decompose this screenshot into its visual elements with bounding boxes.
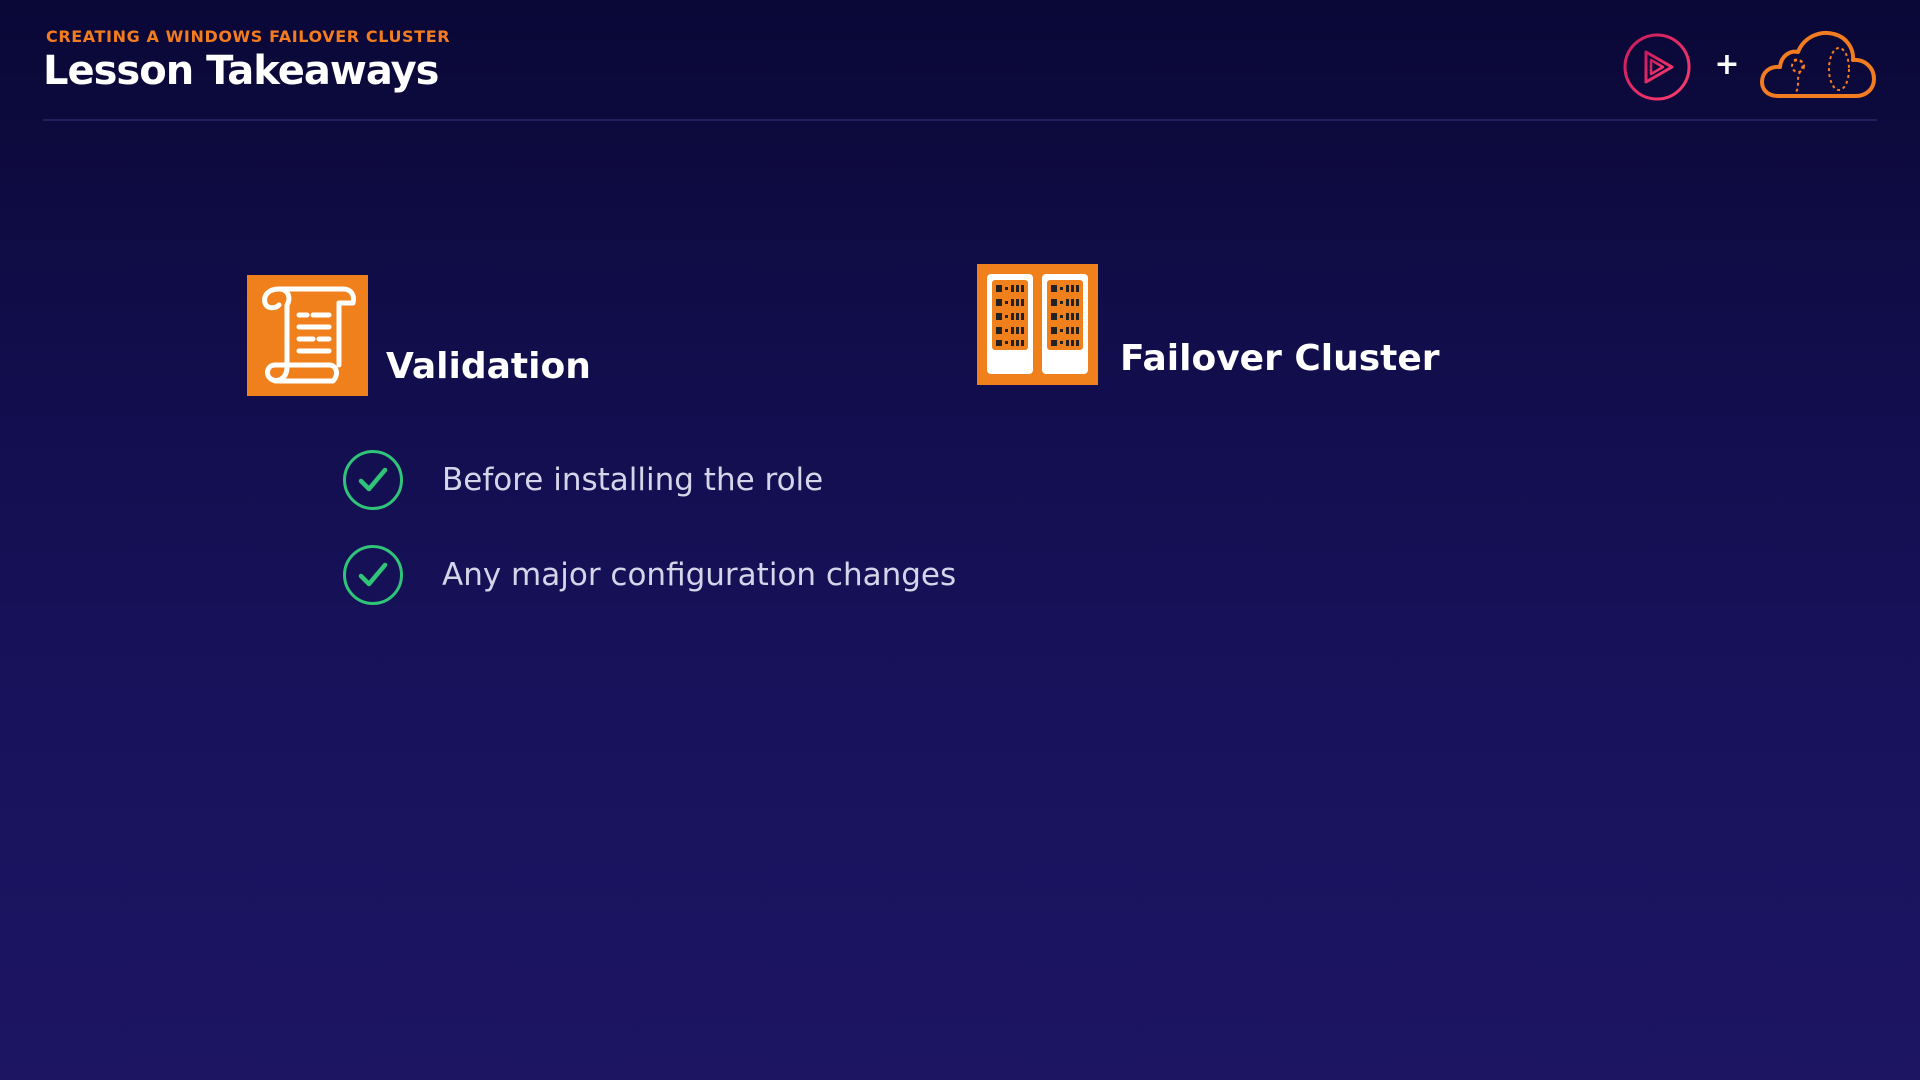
course-eyebrow: CREATING A WINDOWS FAILOVER CLUSTER bbox=[46, 27, 451, 46]
header-divider bbox=[43, 119, 1877, 121]
checkmark-icon bbox=[343, 450, 403, 510]
scroll-icon bbox=[247, 275, 368, 396]
list-item: Any major configuration changes bbox=[343, 543, 956, 607]
checkmark-icon bbox=[343, 545, 403, 605]
cloud-logo-icon bbox=[1760, 28, 1878, 100]
section-label-validation: Validation bbox=[386, 346, 591, 387]
plus-icon: + bbox=[1714, 47, 1740, 82]
list-item-text: Any major configuration changes bbox=[442, 557, 957, 593]
server-rack-icon bbox=[977, 264, 1098, 385]
play-logo-icon bbox=[1622, 32, 1692, 102]
list-item: Before installing the role bbox=[343, 448, 823, 512]
page-title: Lesson Takeaways bbox=[43, 48, 439, 94]
section-label-failover-cluster: Failover Cluster bbox=[1120, 338, 1440, 379]
list-item-text: Before installing the role bbox=[442, 462, 824, 498]
